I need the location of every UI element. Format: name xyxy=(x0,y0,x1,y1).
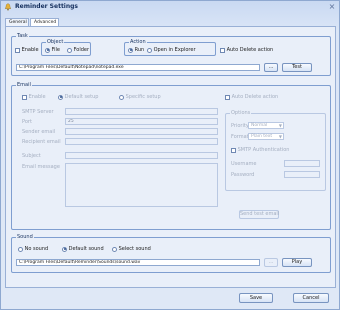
email-legend: Email xyxy=(16,82,32,88)
recipient-email-label: Recipient email xyxy=(22,139,61,145)
window-title: Reminder Settings xyxy=(15,3,79,10)
radio-dot xyxy=(147,47,152,53)
checkbox-box xyxy=(220,47,225,53)
checkbox-box xyxy=(231,147,236,153)
password-input[interactable] xyxy=(284,171,320,178)
radio-dot xyxy=(58,94,63,100)
sound-browse-button[interactable]: ... xyxy=(264,258,278,267)
email-group: Email Enable Default setup Specific setu… xyxy=(11,82,331,230)
priority-select[interactable]: Normal ▼ xyxy=(248,122,284,129)
priority-label: Priority xyxy=(231,123,249,129)
checkbox-box xyxy=(225,94,230,100)
no-sound-radio[interactable]: No sound xyxy=(18,246,48,253)
sound-path-input[interactable]: C:\Program Files\Default\Reminder\Sounds… xyxy=(16,259,260,266)
radio-dot xyxy=(119,94,124,100)
checkbox-box xyxy=(15,47,20,53)
action-group: Action Run Open in Explorer xyxy=(124,39,216,56)
sender-email-input[interactable] xyxy=(65,128,218,135)
port-input[interactable]: 25 xyxy=(65,118,218,125)
radio-dot xyxy=(18,246,23,252)
action-run-radio[interactable]: Run xyxy=(128,47,144,54)
format-select[interactable]: Plain text ▼ xyxy=(248,133,284,140)
format-label: Format xyxy=(231,134,249,140)
email-default-setup-radio[interactable]: Default setup xyxy=(58,94,98,101)
settings-window: Reminder Settings × General Advanced Tas… xyxy=(0,0,340,310)
recipient-email-input[interactable] xyxy=(65,138,218,145)
email-message-label: Email message xyxy=(22,164,60,170)
task-browse-button[interactable]: ... xyxy=(264,63,278,72)
radio-dot xyxy=(112,246,117,252)
save-button[interactable]: Save xyxy=(239,293,273,303)
task-legend: Task xyxy=(16,33,29,39)
radio-dot xyxy=(62,246,67,252)
checkbox-box xyxy=(22,94,27,100)
smtp-server-label: SMTP Server xyxy=(22,109,54,115)
port-label: Port xyxy=(22,119,32,125)
username-label: Username xyxy=(231,161,257,167)
tab-general[interactable]: General xyxy=(5,18,29,26)
send-test-email-button[interactable]: Send test email xyxy=(239,210,279,219)
options-legend: Options xyxy=(230,110,252,116)
close-icon[interactable]: × xyxy=(328,3,336,11)
object-group: Object File Folder xyxy=(41,39,91,56)
select-sound-radio[interactable]: Select sound xyxy=(112,246,151,253)
object-folder-radio[interactable]: Folder xyxy=(67,47,89,54)
advanced-panel: Task Enable Object File Folder Action Ru… xyxy=(5,26,336,288)
chevron-down-icon: ▼ xyxy=(278,123,282,128)
radio-dot xyxy=(67,47,72,53)
task-group: Task Enable Object File Folder Action Ru… xyxy=(11,33,331,76)
cancel-button[interactable]: Cancel xyxy=(293,293,329,303)
task-test-button[interactable]: Test xyxy=(282,63,312,72)
radio-dot xyxy=(45,47,50,53)
task-auto-delete-checkbox[interactable]: Auto Delete action xyxy=(220,47,273,54)
username-input[interactable] xyxy=(284,160,320,167)
smtp-server-input[interactable] xyxy=(65,108,218,115)
email-specific-setup-radio[interactable]: Specific setup xyxy=(119,94,161,101)
email-message-textarea[interactable] xyxy=(65,163,218,207)
smtp-auth-checkbox[interactable]: SMTP Authentication xyxy=(231,147,289,154)
bell-icon xyxy=(4,3,12,11)
radio-dot xyxy=(128,47,133,53)
subject-input[interactable] xyxy=(65,152,218,159)
task-enable-checkbox[interactable]: Enable xyxy=(15,47,39,54)
object-file-radio[interactable]: File xyxy=(45,47,60,54)
email-enable-checkbox[interactable]: Enable xyxy=(22,94,46,101)
options-group: Options Priority Normal ▼ Format Plain te… xyxy=(225,110,326,191)
default-sound-radio[interactable]: Default sound xyxy=(62,246,104,253)
object-legend: Object xyxy=(46,39,65,45)
sound-play-button[interactable]: Play xyxy=(282,258,312,267)
sound-group: Sound No sound Default sound Select soun… xyxy=(11,234,331,273)
sender-email-label: Sender email xyxy=(22,129,56,135)
chevron-down-icon: ▼ xyxy=(278,134,282,139)
task-path-input[interactable]: C:\Program Files\Default\Notepad\notepad… xyxy=(16,64,260,71)
password-label: Password xyxy=(231,172,255,178)
action-legend: Action xyxy=(129,39,147,45)
action-open-explorer-radio[interactable]: Open in Explorer xyxy=(147,47,196,54)
subject-label: Subject xyxy=(22,153,41,159)
title-bar: Reminder Settings × xyxy=(1,1,339,15)
email-auto-delete-checkbox[interactable]: Auto Delete action xyxy=(225,94,278,101)
tab-advanced[interactable]: Advanced xyxy=(30,18,59,26)
sound-legend: Sound xyxy=(16,234,34,240)
